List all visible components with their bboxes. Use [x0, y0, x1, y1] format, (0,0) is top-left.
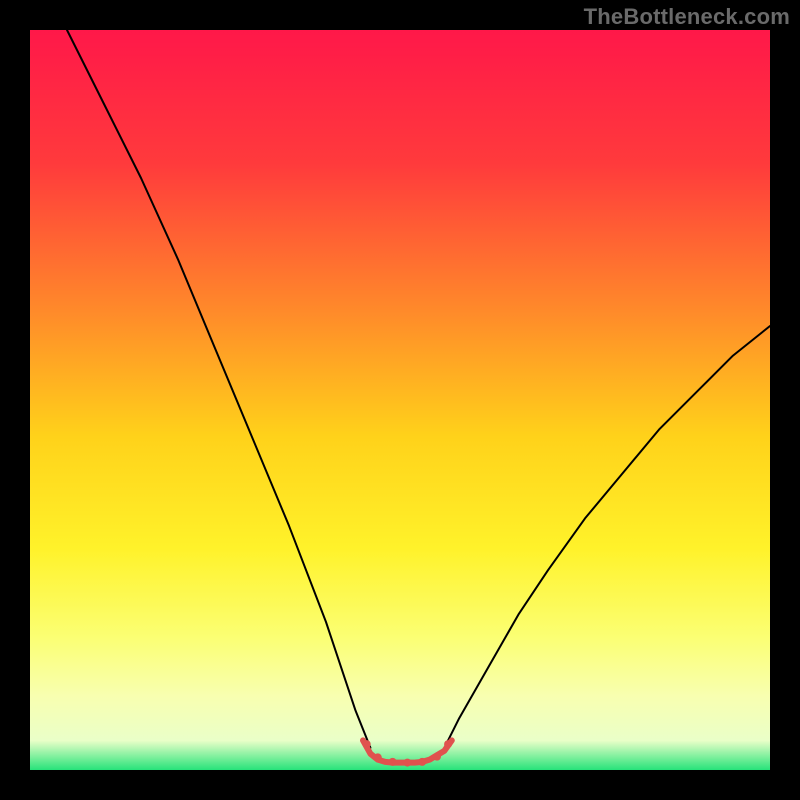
- trough-dot: [433, 753, 441, 761]
- trough-dot: [444, 740, 452, 748]
- trough-dot: [363, 740, 371, 748]
- chart-frame: TheBottleneck.com: [0, 0, 800, 800]
- watermark-text: TheBottleneck.com: [584, 4, 790, 30]
- trough-dot: [403, 759, 411, 767]
- trough-dot: [374, 753, 382, 761]
- trough-dot: [418, 758, 426, 766]
- trough-dot: [389, 758, 397, 766]
- gradient-background: [30, 30, 770, 770]
- plot-area: [30, 30, 770, 770]
- chart-svg: [30, 30, 770, 770]
